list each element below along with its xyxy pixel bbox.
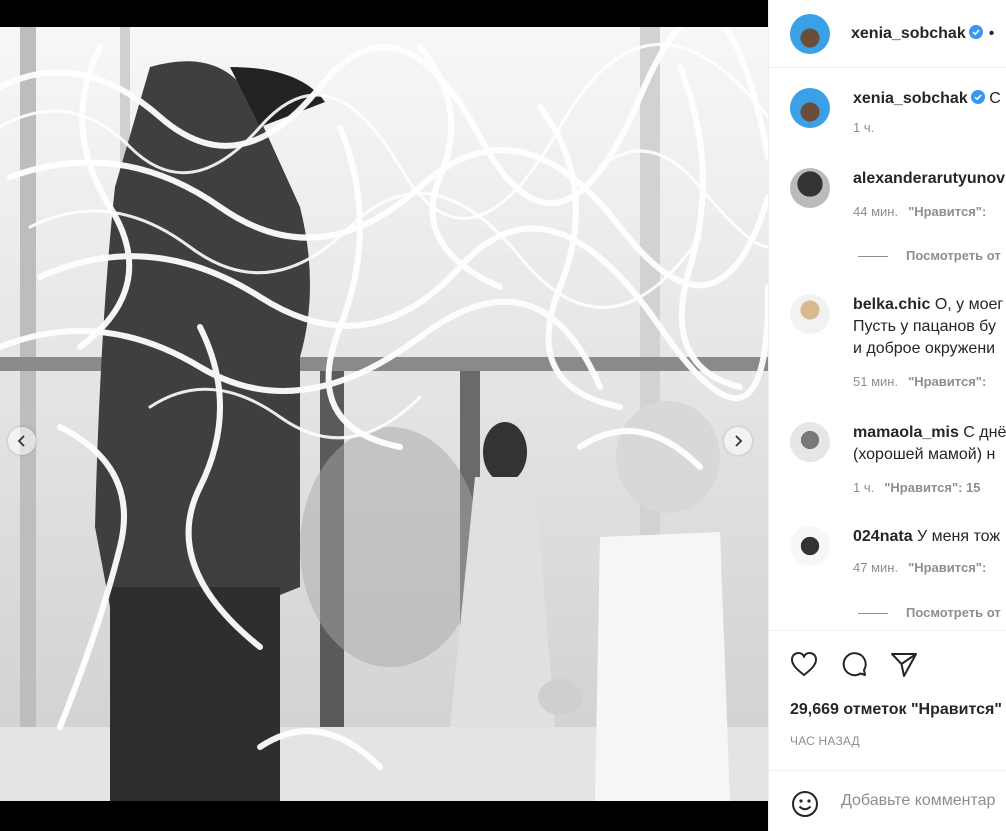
comment-body: belka.chic О, у моег Пусть у пацанов бу …	[853, 294, 1006, 360]
author-avatar[interactable]	[790, 13, 830, 54]
comment-text: О, у моег	[934, 296, 1004, 313]
view-replies-button[interactable]: Посмотреть от	[858, 605, 1001, 620]
likes-count[interactable]: 29,669 отметок "Нравится"	[790, 701, 1002, 719]
header-separator-dot: •	[988, 24, 995, 42]
comment-meta: 44 мин. "Нравится":	[853, 204, 986, 219]
caption-body: xenia_sobchak С	[853, 88, 1006, 110]
comment-like-count[interactable]: "Нравится": 15	[884, 480, 980, 495]
verified-icon	[970, 90, 985, 104]
commenter-username[interactable]: belka.chic	[853, 296, 930, 313]
comment-input[interactable]	[839, 791, 1006, 811]
comment-time: 44 мин.	[853, 204, 899, 219]
heart-icon[interactable]	[789, 649, 819, 679]
commenter-avatar[interactable]	[790, 526, 830, 566]
comment-time: 51 мин.	[853, 374, 899, 389]
comment-like-count[interactable]: "Нравится":	[908, 374, 986, 389]
caption-text: С	[989, 90, 1001, 107]
commenter-username[interactable]: 024nata	[853, 528, 913, 545]
caption-author-avatar[interactable]	[790, 88, 830, 128]
caption-time-text: 1 ч.	[853, 120, 875, 135]
comment-like-count[interactable]: "Нравится":	[908, 204, 986, 219]
comment-icon[interactable]	[839, 649, 869, 679]
comment-body: mamaola_mis С днё (хорошей мамой) н	[853, 422, 1006, 466]
comment-text-line: (хорошей мамой) н	[853, 446, 996, 463]
comment-body: 024nata У меня тож	[853, 526, 1006, 548]
comment-text: С днё	[963, 424, 1006, 441]
next-photo-button[interactable]	[724, 427, 752, 455]
add-comment-bar	[769, 770, 1006, 831]
commenter-avatar[interactable]	[790, 294, 830, 334]
commenter-username[interactable]: mamaola_mis	[853, 424, 959, 441]
previous-photo-button[interactable]	[8, 427, 36, 455]
comment-time: 1 ч.	[853, 480, 875, 495]
comment-meta: 1 ч. "Нравится": 15	[853, 480, 981, 495]
caption-author-username[interactable]: xenia_sobchak	[853, 90, 985, 107]
photo-illustration	[0, 27, 768, 801]
author-username-text[interactable]: xenia_sobchak	[851, 25, 966, 42]
comment-text-line: и доброе окружени	[853, 340, 996, 357]
emoji-icon[interactable]	[790, 789, 820, 819]
post-media	[0, 0, 768, 831]
comment-time: 47 мин.	[853, 560, 899, 575]
view-replies-button[interactable]: Посмотреть от	[858, 248, 1001, 263]
post-actions: 29,669 отметок "Нравится" ЧАС НАЗАД	[769, 630, 1006, 771]
verified-icon	[968, 24, 983, 39]
post-header: xenia_sobchak •	[769, 0, 1006, 68]
comment-meta: 51 мин. "Нравится":	[853, 374, 986, 389]
comments-list: xenia_sobchak С 1 ч. alexanderarutyunov …	[769, 68, 1006, 628]
caption-time: 1 ч.	[853, 120, 874, 135]
commenter-username[interactable]: alexanderarutyunov	[853, 170, 1005, 187]
commenter-avatar[interactable]	[790, 422, 830, 462]
chevron-right-icon	[735, 435, 743, 447]
author-username[interactable]: xenia_sobchak	[851, 24, 983, 43]
comment-like-count[interactable]: "Нравится":	[908, 560, 986, 575]
post-time: ЧАС НАЗАД	[790, 734, 860, 748]
post-photo[interactable]	[0, 27, 768, 801]
caption-author-username-text[interactable]: xenia_sobchak	[853, 90, 968, 107]
comment-meta: 47 мин. "Нравится":	[853, 560, 986, 575]
post-side-panel: xenia_sobchak • xenia_sobchak С 1 ч. ale…	[768, 0, 1006, 831]
comment-body: alexanderarutyunov	[853, 168, 1006, 190]
chevron-left-icon	[17, 435, 25, 447]
comment-text: У меня тож	[917, 528, 1001, 545]
comment-text-line: Пусть у пацанов бу	[853, 318, 996, 335]
share-icon[interactable]	[889, 649, 919, 679]
commenter-avatar[interactable]	[790, 168, 830, 208]
